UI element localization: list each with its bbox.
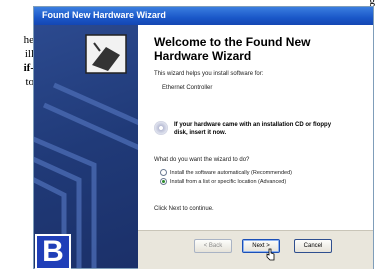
option-install-from-list[interactable]: Install from a list or specific location…	[160, 178, 286, 185]
step-badge: B	[35, 234, 71, 270]
device-name: Ethernet Controller	[162, 85, 213, 91]
title-bar[interactable]: Found New Hardware Wizard	[34, 7, 373, 25]
intro-text: This wizard helps you install software f…	[154, 71, 264, 77]
hand-cursor-icon	[266, 248, 275, 261]
radio-button-selected[interactable]	[160, 178, 167, 185]
radio-button[interactable]	[160, 169, 167, 176]
banner-graphic-icon	[34, 34, 138, 268]
cd-note: If your hardware came with an installati…	[174, 122, 332, 136]
wizard-banner	[34, 25, 138, 268]
wizard-heading: Welcome to the Found New Hardware Wizard	[154, 35, 311, 63]
cd-icon	[154, 121, 168, 135]
option-install-automatically[interactable]: Install the software automatically (Reco…	[160, 169, 292, 176]
wizard-content: Welcome to the Found New Hardware Wizard…	[138, 25, 373, 230]
wizard-question: What do you want the wizard to do?	[154, 157, 250, 163]
window-title: Found New Hardware Wizard	[42, 10, 166, 20]
back-button[interactable]: < Back	[194, 239, 232, 253]
option-label: Install the software automatically (Reco…	[170, 169, 292, 176]
continue-text: Click Next to continue.	[154, 206, 214, 212]
cancel-button[interactable]: Cancel	[294, 239, 332, 253]
wizard-footer: < Back Next > Cancel	[138, 230, 373, 269]
found-new-hardware-wizard: Found New Hardware Wizard Welcome to the…	[33, 6, 374, 269]
doc-side-text: he ill if- to	[0, 0, 34, 140]
option-label: Install from a list or specific location…	[170, 178, 287, 185]
